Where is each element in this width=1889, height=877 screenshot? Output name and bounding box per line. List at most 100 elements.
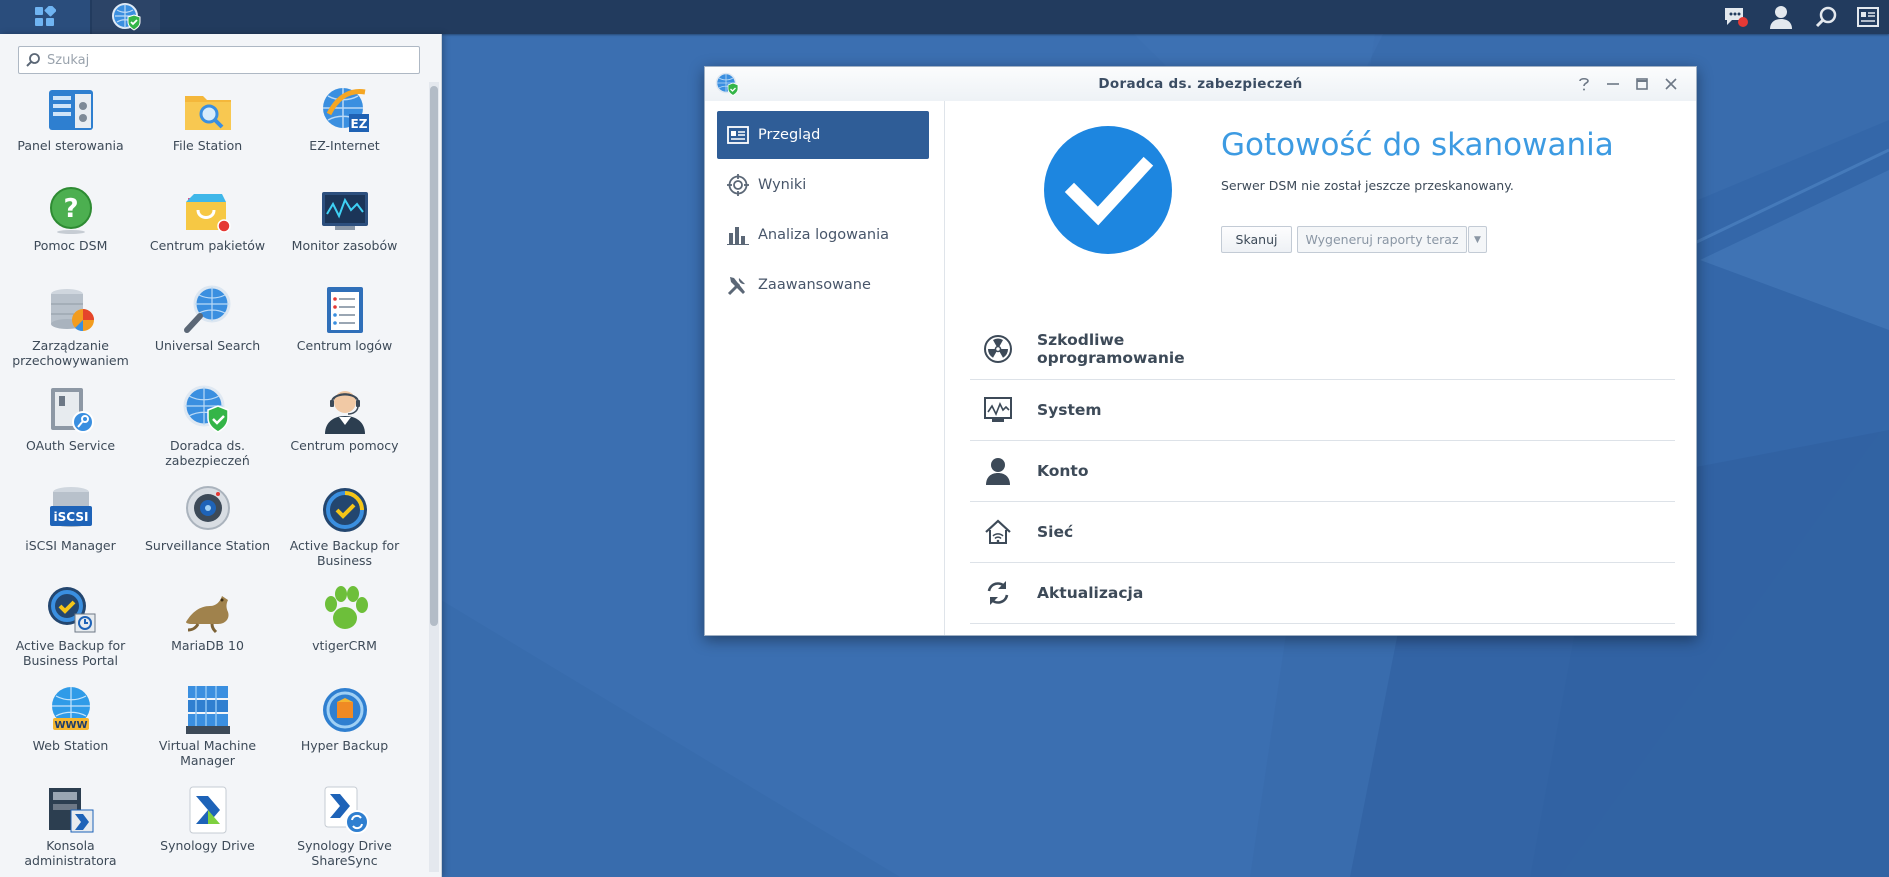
grid-icon bbox=[35, 6, 56, 26]
app-label: Centrum logów bbox=[296, 338, 393, 353]
minimize-button[interactable] bbox=[1602, 74, 1624, 94]
app-label: iSCSI Manager bbox=[25, 538, 116, 553]
app-item-surveillance-station[interactable]: Surveillance Station bbox=[139, 482, 276, 582]
app-item-resource-monitor[interactable]: Monitor zasobów bbox=[276, 182, 413, 282]
oauth-service-icon bbox=[50, 388, 94, 433]
app-item-support-center[interactable]: Centrum pomocy bbox=[276, 382, 413, 482]
app-item-virtual-machine-manager[interactable]: Virtual Machine Manager bbox=[139, 682, 276, 782]
taskbar-security-advisor-button[interactable] bbox=[92, 0, 160, 34]
caret-down-icon: ▼ bbox=[1474, 234, 1481, 245]
category-row-update[interactable]: Aktualizacja bbox=[970, 563, 1675, 624]
security-advisor-window: Doradca ds. zabezpieczeń Przegląd Wyniki… bbox=[704, 66, 1697, 636]
synology-drive-icon bbox=[189, 786, 226, 834]
maximize-icon bbox=[1636, 78, 1648, 90]
app-item-dsm-help[interactable]: ? Pomoc DSM bbox=[2, 182, 139, 282]
file-station-icon bbox=[184, 96, 231, 130]
app-label: Surveillance Station bbox=[144, 538, 271, 553]
nav-item-results[interactable]: Wyniki bbox=[717, 161, 929, 209]
app-item-mariadb[interactable]: MariaDB 10 bbox=[139, 582, 276, 682]
app-item-web-station[interactable]: WWW Web Station bbox=[2, 682, 139, 782]
notification-icon bbox=[1725, 8, 1748, 27]
maximize-button[interactable] bbox=[1631, 74, 1653, 94]
search-button[interactable] bbox=[1805, 0, 1847, 34]
user-button[interactable] bbox=[1760, 0, 1802, 34]
app-label: Zarządzanie przechowywaniem bbox=[12, 338, 129, 368]
search-icon bbox=[1815, 6, 1837, 28]
bar-chart-icon bbox=[726, 223, 750, 247]
vtigercrm-icon bbox=[324, 586, 368, 629]
window-title: Doradca ds. zabezpieczeń bbox=[1098, 76, 1303, 92]
app-item-universal-search[interactable]: Universal Search bbox=[139, 282, 276, 382]
app-item-oauth-service[interactable]: OAuth Service bbox=[2, 382, 139, 482]
app-label: Konsola administratora bbox=[24, 838, 117, 868]
app-item-vtigercrm[interactable]: vtigerCRM bbox=[276, 582, 413, 682]
category-label: Konto bbox=[1037, 462, 1089, 480]
notifications-button[interactable] bbox=[1715, 0, 1757, 34]
system-monitor-icon bbox=[983, 395, 1013, 425]
widgets-icon bbox=[1857, 7, 1879, 27]
mariadb-icon bbox=[185, 596, 229, 634]
widgets-button[interactable] bbox=[1847, 0, 1889, 34]
app-item-control-panel[interactable]: Panel sterowania bbox=[2, 82, 139, 182]
category-row-account[interactable]: Konto bbox=[970, 441, 1675, 502]
app-item-hyper-backup[interactable]: Hyper Backup bbox=[276, 682, 413, 782]
category-label: Szkodliwe oprogramowanie bbox=[1037, 331, 1185, 367]
app-item-admin-console[interactable]: Konsola administratora bbox=[2, 782, 139, 877]
nav-item-login-analysis[interactable]: Analiza logowania bbox=[717, 211, 929, 259]
app-item-log-center[interactable]: Centrum logów bbox=[276, 282, 413, 382]
nav-label: Analiza logowania bbox=[758, 227, 889, 243]
app-label: Universal Search bbox=[154, 338, 261, 353]
app-item-iscsi-manager[interactable]: iSCSI iSCSI Manager bbox=[2, 482, 139, 582]
category-row-network[interactable]: Sieć bbox=[970, 502, 1675, 563]
package-center-icon bbox=[185, 194, 231, 233]
category-row-system[interactable]: System bbox=[970, 380, 1675, 441]
app-item-package-center[interactable]: Centrum pakietów bbox=[139, 182, 276, 282]
web-station-icon: WWW bbox=[51, 687, 90, 731]
generate-report-button[interactable]: Wygeneruj raporty teraz bbox=[1297, 226, 1467, 253]
app-item-security-advisor[interactable]: Doradca ds. zabezpieczeń bbox=[139, 382, 276, 482]
app-label: Synology Drive ShareSync bbox=[297, 838, 392, 868]
app-item-file-station[interactable]: File Station bbox=[139, 82, 276, 182]
taskbar bbox=[0, 0, 1889, 34]
app-item-storage-manager[interactable]: Zarządzanie przechowywaniem bbox=[2, 282, 139, 382]
main-menu-button[interactable] bbox=[0, 0, 90, 34]
help-icon: ? bbox=[49, 187, 92, 234]
check-category-list: Szkodliwe oprogramowanie System Konto Si… bbox=[970, 319, 1675, 624]
app-label: Pomoc DSM bbox=[33, 238, 108, 253]
scan-status-headline: Gotowość do skanowania bbox=[1221, 127, 1614, 163]
nav-label: Przegląd bbox=[758, 127, 821, 143]
tools-icon bbox=[726, 273, 750, 297]
category-label: Sieć bbox=[1037, 523, 1074, 541]
app-search-box[interactable] bbox=[18, 46, 420, 74]
start-menu-scrollbar-thumb[interactable] bbox=[430, 86, 438, 626]
search-icon bbox=[26, 53, 40, 67]
scan-button[interactable]: Skanuj bbox=[1221, 226, 1292, 253]
virtual-machine-manager-icon bbox=[185, 686, 230, 734]
radiation-icon bbox=[983, 334, 1013, 364]
close-button[interactable] bbox=[1660, 74, 1682, 94]
app-item-synology-drive[interactable]: Synology Drive bbox=[139, 782, 276, 877]
nav-item-overview[interactable]: Przegląd bbox=[717, 111, 929, 159]
report-dropdown-button[interactable]: ▼ bbox=[1468, 226, 1487, 253]
app-item-ez-internet[interactable]: EZ EZ-Internet bbox=[276, 82, 413, 182]
universal-search-icon bbox=[183, 285, 230, 333]
app-search-input[interactable] bbox=[45, 51, 409, 69]
app-label: Active Backup for Business bbox=[289, 538, 400, 568]
network-home-icon bbox=[983, 517, 1013, 547]
app-item-active-backup[interactable]: Active Backup for Business bbox=[276, 482, 413, 582]
app-item-drive-sharesync[interactable]: Synology Drive ShareSync bbox=[276, 782, 413, 877]
start-menu: Panel sterowania File Station EZ EZ-Inte… bbox=[0, 34, 442, 877]
help-button[interactable] bbox=[1573, 74, 1595, 94]
category-row-malware[interactable]: Szkodliwe oprogramowanie bbox=[970, 319, 1675, 380]
overview-panel: Gotowość do skanowania Serwer DSM nie zo… bbox=[945, 101, 1695, 635]
surveillance-station-icon bbox=[185, 486, 230, 530]
window-titlebar[interactable]: Doradca ds. zabezpieczeń bbox=[705, 67, 1696, 101]
app-label: MariaDB 10 bbox=[171, 638, 244, 653]
security-advisor-icon bbox=[112, 3, 141, 31]
close-icon bbox=[1665, 78, 1677, 90]
app-item-active-backup-portal[interactable]: Active Backup for Business Portal bbox=[2, 582, 139, 682]
nav-item-advanced[interactable]: Zaawansowane bbox=[717, 261, 929, 309]
app-label: Panel sterowania bbox=[17, 138, 124, 153]
security-advisor-icon bbox=[183, 385, 229, 433]
app-label: Monitor zasobów bbox=[291, 238, 398, 253]
